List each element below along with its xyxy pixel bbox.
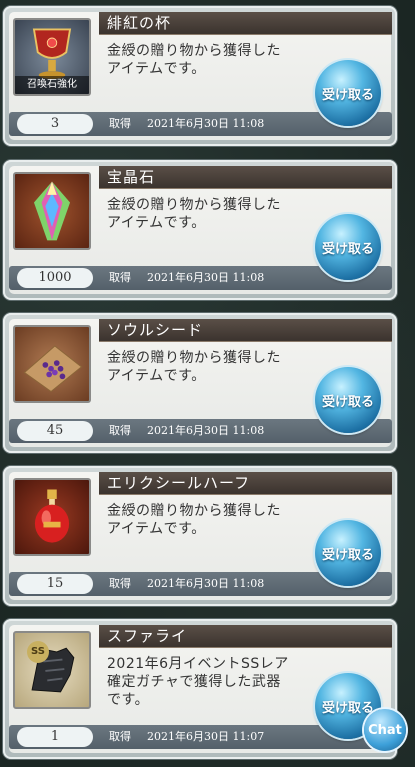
- item-description: 2021年6月イベントSSレア 確定ガチャで獲得した武器 です。: [107, 655, 317, 709]
- chalice-icon: 召喚石強化: [13, 18, 91, 96]
- present-card: 緋紅の杯 召喚石強化 金綬の贈り物から獲得した アイテムです。 3 取得 202…: [3, 6, 397, 146]
- acquired-label: 取得: [109, 117, 131, 130]
- receive-button[interactable]: 受け取る: [315, 214, 381, 280]
- acquired-label: 取得: [109, 271, 131, 284]
- acquired-date: 2021年6月30日 11:08: [147, 117, 265, 130]
- item-title-bar: 緋紅の杯: [99, 12, 392, 35]
- item-title-bar: 宝晶石: [99, 166, 392, 189]
- acquired-label: 取得: [109, 730, 131, 743]
- description-line: 金綬の贈り物から獲得した: [107, 197, 281, 213]
- description-line: です。: [107, 692, 150, 708]
- description-line: 金綬の贈り物から獲得した: [107, 350, 281, 366]
- item-name: 宝晶石: [107, 168, 156, 186]
- description-line: 2021年6月イベントSSレア: [107, 656, 289, 672]
- description-line: アイテムです。: [107, 61, 206, 77]
- item-count: 15: [17, 574, 93, 594]
- thumb-caption: 召喚石強化: [15, 76, 89, 94]
- present-card: 宝晶石 金綬の贈り物から獲得した アイテムです。 1000 取得 2021年6月…: [3, 160, 397, 300]
- item-description: 金綬の贈り物から獲得した アイテムです。: [107, 196, 317, 232]
- receive-button[interactable]: 受け取る: [315, 520, 381, 586]
- acquired-date: 2021年6月30日 11:08: [147, 577, 265, 590]
- crystal-icon: [13, 172, 91, 250]
- description-line: 確定ガチャで獲得した武器: [107, 674, 281, 690]
- item-name: エリクシールハーフ: [107, 474, 251, 492]
- present-card: スファライ SS 2021年6月イベントSSレア 確定ガチャで獲得した武器 です…: [3, 619, 397, 759]
- item-count: 3: [17, 114, 93, 134]
- item-title-bar: ソウルシード: [99, 319, 392, 342]
- item-count: 1000: [17, 268, 93, 288]
- receive-button[interactable]: 受け取る: [315, 367, 381, 433]
- description-line: アイテムです。: [107, 521, 206, 537]
- acquired-label: 取得: [109, 424, 131, 437]
- acquired-date: 2021年6月30日 11:07: [147, 730, 265, 743]
- chat-button[interactable]: Chat: [364, 709, 406, 751]
- acquired-date: 2021年6月30日 11:08: [147, 271, 265, 284]
- description-line: 金綬の贈り物から獲得した: [107, 43, 281, 59]
- receive-button[interactable]: 受け取る: [315, 60, 381, 126]
- description-line: アイテムです。: [107, 368, 206, 384]
- item-name: 緋紅の杯: [107, 14, 172, 32]
- gauntlet-icon: SS: [13, 631, 91, 709]
- description-line: アイテムです。: [107, 215, 206, 231]
- item-title-bar: エリクシールハーフ: [99, 472, 392, 495]
- acquired-date: 2021年6月30日 11:08: [147, 424, 265, 437]
- item-count: 1: [17, 727, 93, 747]
- rarity-badge: SS: [27, 641, 49, 663]
- present-card: ソウルシード 金綬の贈り物から獲得した アイテムです。 45 取得 2021年6…: [3, 313, 397, 453]
- elixir-bottle-icon: [13, 478, 91, 556]
- item-title-bar: スファライ: [99, 625, 392, 648]
- item-description: 金綬の贈り物から獲得した アイテムです。: [107, 349, 317, 385]
- item-description: 金綬の贈り物から獲得した アイテムです。: [107, 502, 317, 538]
- description-line: 金綬の贈り物から獲得した: [107, 503, 281, 519]
- item-count: 45: [17, 421, 93, 441]
- present-card: エリクシールハーフ 金綬の贈り物から獲得した アイテムです。 15 取得 202…: [3, 466, 397, 606]
- item-name: ソウルシード: [107, 321, 204, 339]
- item-description: 金綬の贈り物から獲得した アイテムです。: [107, 42, 317, 78]
- seeds-icon: [13, 325, 91, 403]
- acquired-label: 取得: [109, 577, 131, 590]
- item-name: スファライ: [107, 627, 188, 645]
